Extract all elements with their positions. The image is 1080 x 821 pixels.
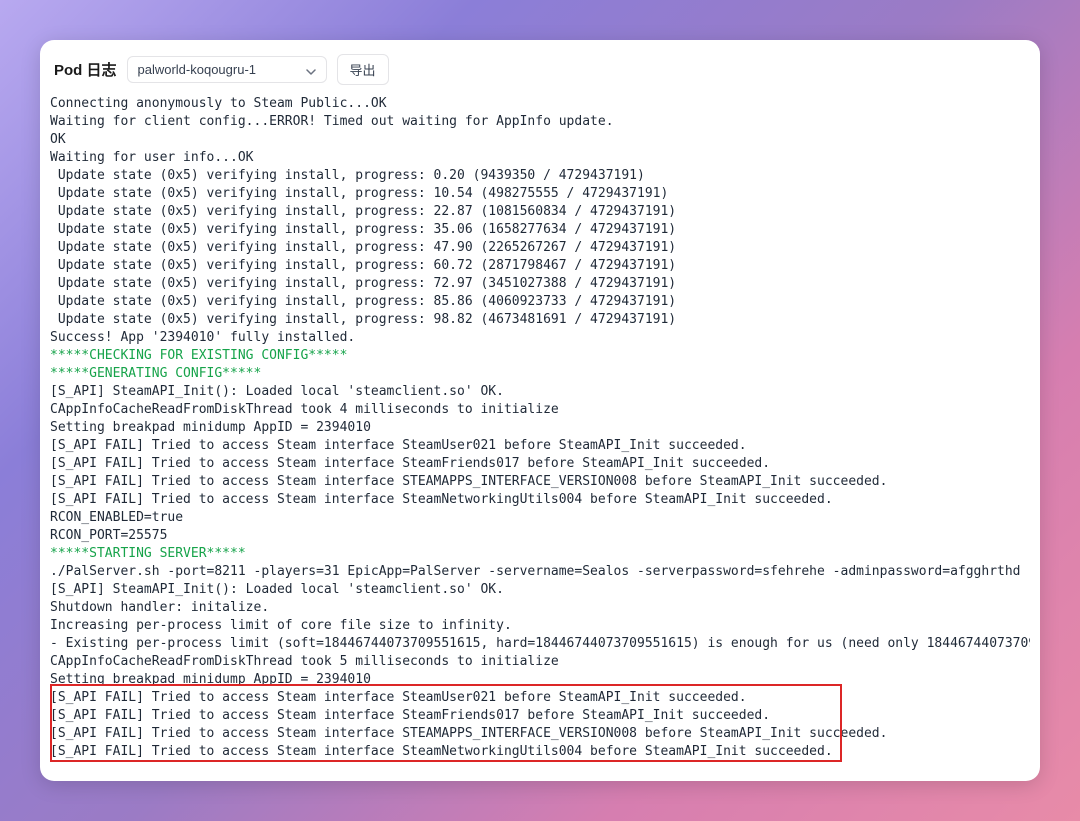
log-line: [S_API FAIL] Tried to access Steam inter… — [50, 707, 1030, 725]
log-line: [S_API] SteamAPI_Init(): Loaded local 's… — [50, 581, 1030, 599]
export-button[interactable]: 导出 — [337, 54, 389, 85]
log-line: ./PalServer.sh -port=8211 -players=31 Ep… — [50, 563, 1030, 581]
log-line: [S_API] SteamAPI_Init(): Loaded local 's… — [50, 383, 1030, 401]
log-line: RCON_PORT=25575 — [50, 527, 1030, 545]
log-line: Update state (0x5) verifying install, pr… — [50, 311, 1030, 329]
log-line: [S_API FAIL] Tried to access Steam inter… — [50, 491, 1030, 509]
log-line: *****CHECKING FOR EXISTING CONFIG***** — [50, 347, 1030, 365]
log-line: Increasing per-process limit of core fil… — [50, 617, 1030, 635]
log-line: *****GENERATING CONFIG***** — [50, 365, 1030, 383]
log-line: [S_API FAIL] Tried to access Steam inter… — [50, 743, 1030, 761]
log-line: Update state (0x5) verifying install, pr… — [50, 185, 1030, 203]
pod-select[interactable]: palworld-koqougru-1 — [127, 56, 327, 83]
log-line: Setting breakpad minidump AppID = 239401… — [50, 671, 1030, 689]
log-output[interactable]: Connecting anonymously to Steam Public..… — [50, 95, 1030, 771]
log-line: Connecting anonymously to Steam Public..… — [50, 95, 1030, 113]
log-line: [S_API FAIL] Tried to access Steam inter… — [50, 473, 1030, 491]
log-line: CAppInfoCacheReadFromDiskThread took 5 m… — [50, 653, 1030, 671]
log-line: Update state (0x5) verifying install, pr… — [50, 167, 1030, 185]
log-line: RCON_ENABLED=true — [50, 509, 1030, 527]
log-line: CAppInfoCacheReadFromDiskThread took 4 m… — [50, 401, 1030, 419]
chevron-down-icon — [306, 65, 316, 75]
log-card: Pod 日志 palworld-koqougru-1 导出 Connecting… — [40, 40, 1040, 781]
log-line: Update state (0x5) verifying install, pr… — [50, 275, 1030, 293]
log-line: Waiting for user info...OK — [50, 149, 1030, 167]
log-line: [S_API FAIL] Tried to access Steam inter… — [50, 689, 1030, 707]
page-title: Pod 日志 — [54, 59, 117, 80]
log-line: Update state (0x5) verifying install, pr… — [50, 293, 1030, 311]
log-line: [S_API FAIL] Tried to access Steam inter… — [50, 437, 1030, 455]
log-line: [S_API FAIL] Tried to access Steam inter… — [50, 455, 1030, 473]
log-line: Update state (0x5) verifying install, pr… — [50, 203, 1030, 221]
log-line: Shutdown handler: initalize. — [50, 599, 1030, 617]
log-line: Setting breakpad minidump AppID = 239401… — [50, 419, 1030, 437]
log-line: Update state (0x5) verifying install, pr… — [50, 257, 1030, 275]
log-line: - Existing per-process limit (soft=18446… — [50, 635, 1030, 653]
log-line: Success! App '2394010' fully installed. — [50, 329, 1030, 347]
log-line: Update state (0x5) verifying install, pr… — [50, 221, 1030, 239]
log-line: *****STARTING SERVER***** — [50, 545, 1030, 563]
pod-select-value: palworld-koqougru-1 — [138, 62, 257, 77]
log-line: Waiting for client config...ERROR! Timed… — [50, 113, 1030, 131]
log-line: OK — [50, 131, 1030, 149]
log-line: [S_API FAIL] Tried to access Steam inter… — [50, 725, 1030, 743]
log-header: Pod 日志 palworld-koqougru-1 导出 — [50, 54, 1030, 95]
log-line: Update state (0x5) verifying install, pr… — [50, 239, 1030, 257]
